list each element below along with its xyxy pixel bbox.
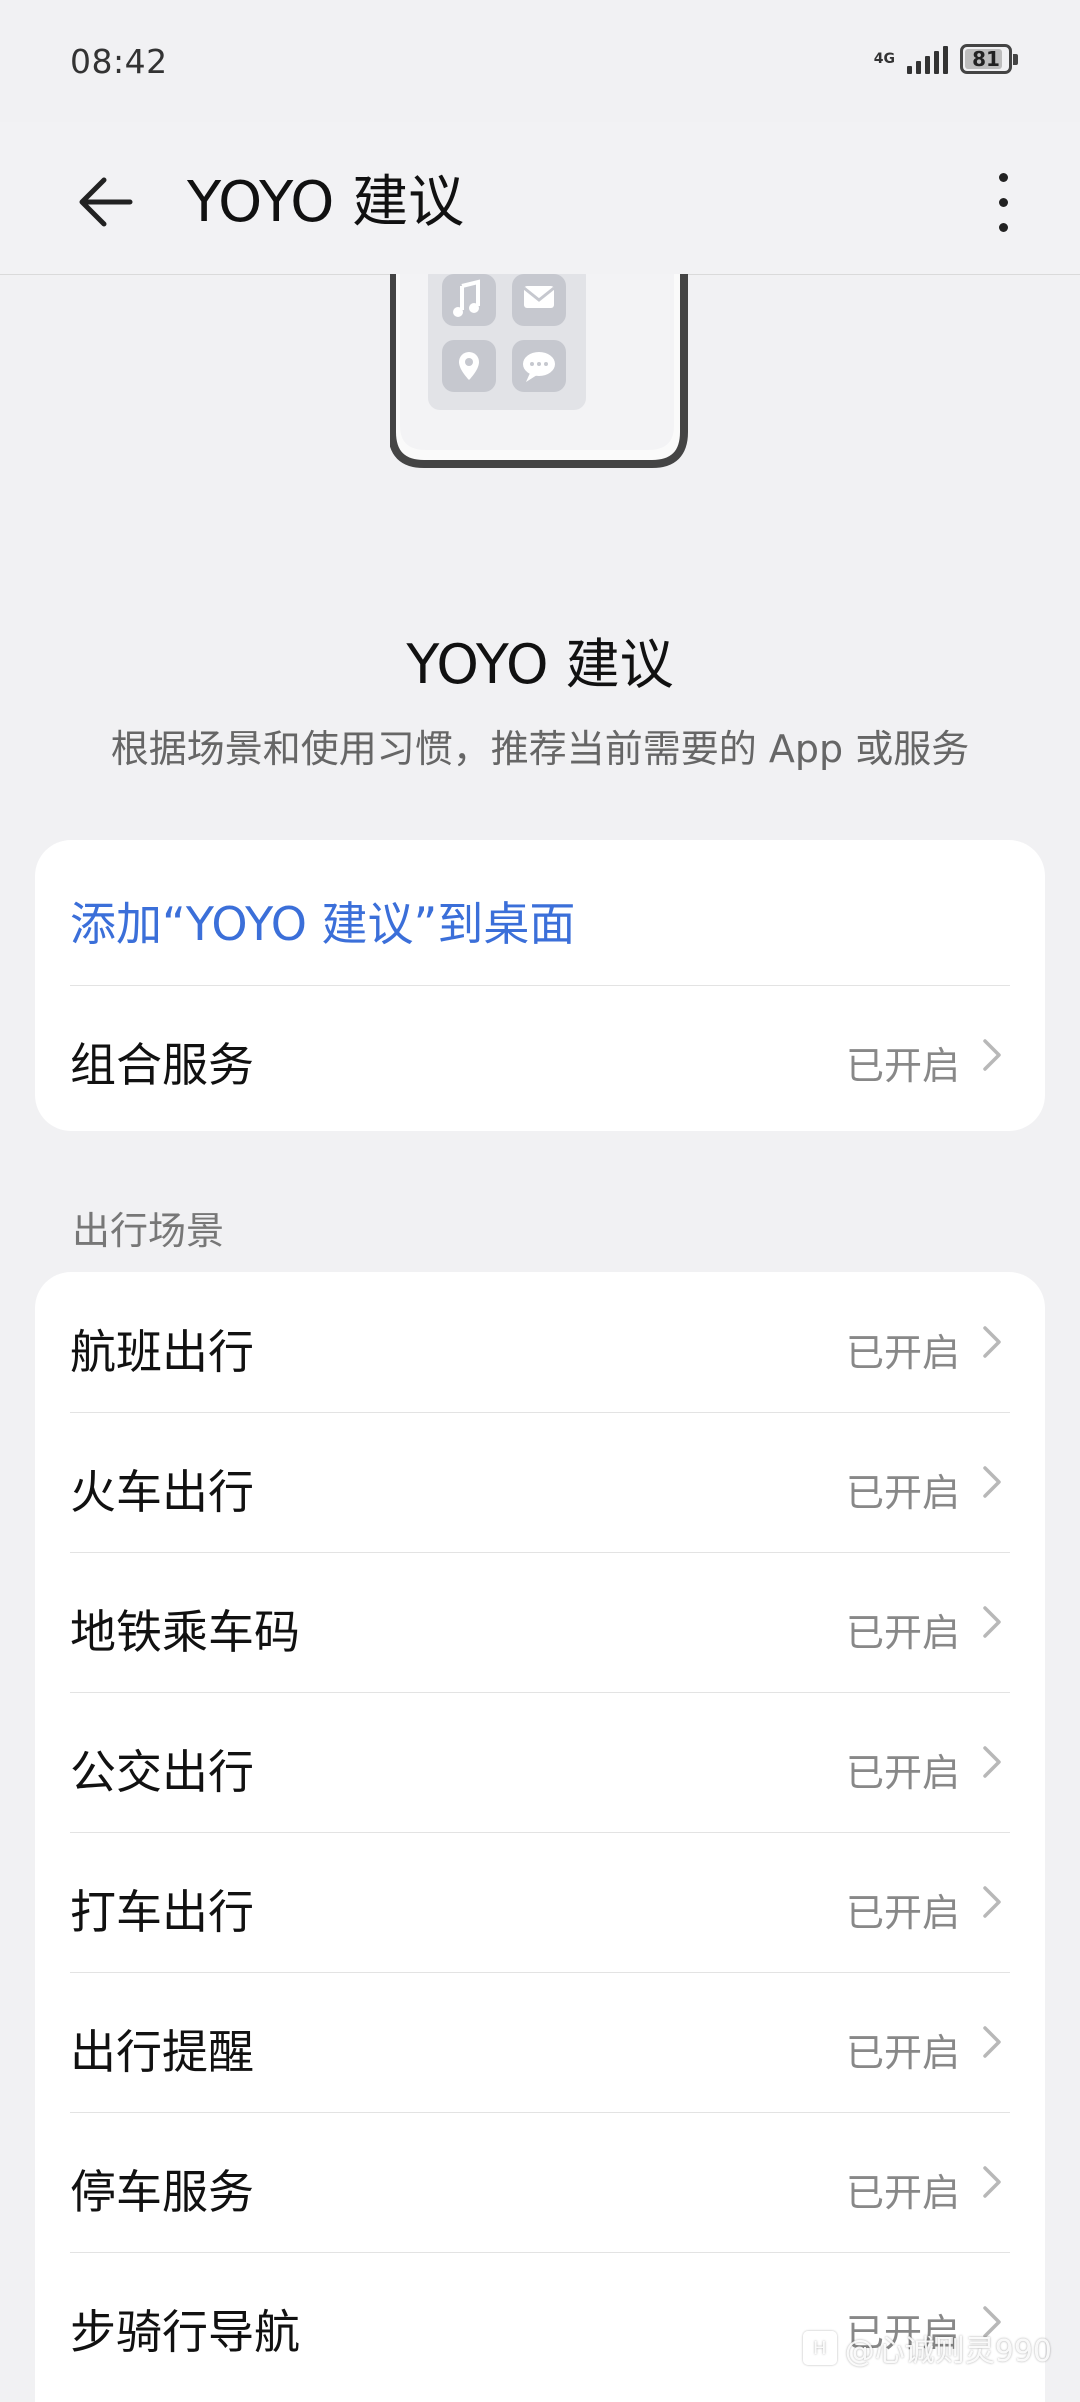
chevron-right-icon [983,1326,1001,1358]
divider [70,2252,1010,2253]
divider [70,1972,1010,1973]
row-status: 已开启 [845,1891,960,1935]
more-dot-icon [998,197,1008,207]
divider [70,1552,1010,1553]
phone-illustration [390,274,690,469]
divider [70,2112,1010,2113]
chevron-right-icon [983,1466,1001,1498]
list-item-bus[interactable]: 公交出行 已开启 [70,1692,1010,1832]
status-icons: 4G 81 [873,44,1018,74]
row-status: 已开启 [845,2031,960,2075]
row-label: 打车出行 [70,1885,254,1939]
settings-card-top: 添加“YOYO 建议”到桌面 组合服务 已开启 [35,840,1045,1131]
chevron-right-icon [983,1039,1001,1071]
travel-scenes-card: 航班出行 已开启 火车出行 已开启 地铁乘车码 已开启 公交出行 已开启 打车出… [35,1272,1045,2402]
divider [70,1412,1010,1413]
list-item-train[interactable]: 火车出行 已开启 [70,1412,1010,1552]
back-arrow-icon [79,177,133,227]
list-item-walk-bike-nav[interactable]: 步骑行导航 已开启 [70,2252,1010,2392]
list-item-travel-reminder[interactable]: 出行提醒 已开启 [70,1972,1010,2112]
combo-service-row[interactable]: 组合服务 已开启 [70,985,1010,1125]
watermark-badge: H [802,2331,837,2365]
row-label: 地铁乘车码 [70,1605,300,1659]
row-label: 火车出行 [70,1465,254,1519]
chevron-right-icon [983,1746,1001,1778]
list-item-flight[interactable]: 航班出行 已开启 [70,1272,1010,1412]
row-status: 已开启 [845,2171,960,2215]
app-header: YOYO 建议 [0,122,1080,275]
battery-level: 81 [972,47,1000,71]
battery-icon: 81 [960,44,1018,74]
chevron-right-icon [983,1606,1001,1638]
network-type-label: 4G [873,51,895,67]
row-label: 步骑行导航 [70,2305,300,2359]
feature-title: YOYO 建议 [406,633,674,696]
divider [70,1832,1010,1833]
section-title-travel: 出行场景 [72,1209,225,1253]
row-label: 出行提醒 [70,2025,254,2079]
chevron-right-icon [983,2026,1001,2058]
back-button[interactable] [66,162,146,242]
row-status: 已开启 [845,1044,960,1088]
divider [70,1692,1010,1693]
list-item-taxi[interactable]: 打车出行 已开启 [70,1832,1010,1972]
row-label: 航班出行 [70,1325,254,1379]
signal-icon [907,44,948,74]
divider [70,985,1010,986]
watermark-text: @心诚则灵990 [844,2334,1052,2369]
add-to-desktop-link[interactable]: 添加“YOYO 建议”到桌面 [70,888,575,954]
more-options-button[interactable] [968,152,1038,252]
mail-icon [523,286,555,308]
chevron-right-icon [983,1886,1001,1918]
page-title: YOYO 建议 [187,170,465,235]
row-label: 公交出行 [70,1745,254,1799]
more-dot-icon [998,172,1008,182]
row-label: 组合服务 [70,1038,254,1092]
chevron-right-icon [983,2166,1001,2198]
watermark: H @心诚则灵990 [802,2326,1052,2370]
feature-description: 根据场景和使用习惯，推荐当前需要的 App 或服务 [110,727,970,771]
row-status: 已开启 [845,1611,960,1655]
status-time: 08:42 [70,42,168,81]
row-status: 已开启 [845,1751,960,1795]
more-dot-icon [998,222,1008,232]
status-bar: 08:42 4G 81 [0,0,1080,122]
row-status: 已开启 [845,1331,960,1375]
music-app-tile [442,274,496,326]
list-item-parking[interactable]: 停车服务 已开启 [70,2112,1010,2252]
row-label: 停车服务 [70,2165,254,2219]
list-item-metro-code[interactable]: 地铁乘车码 已开启 [70,1552,1010,1692]
row-status: 已开启 [845,1471,960,1515]
